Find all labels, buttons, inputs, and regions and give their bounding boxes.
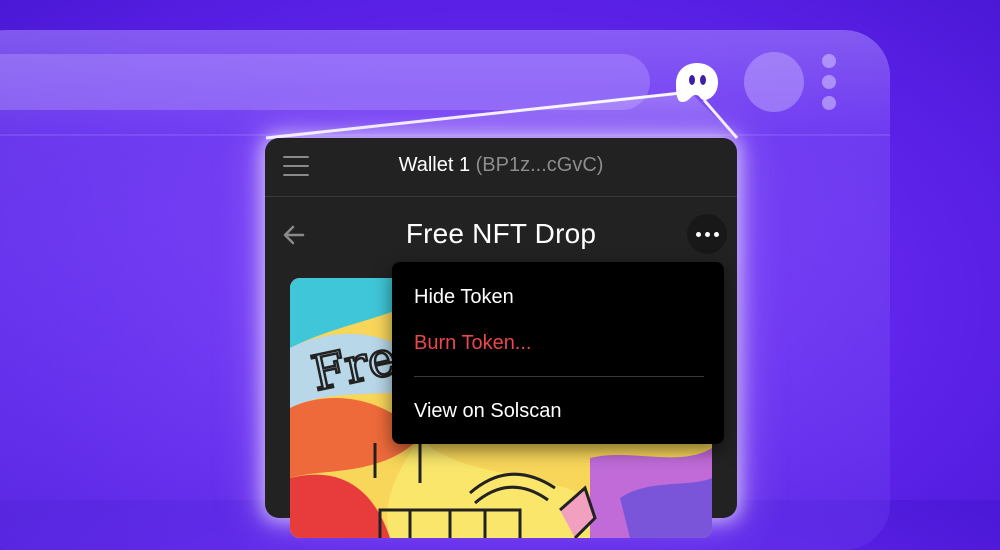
browser-kebab-icon[interactable] xyxy=(822,54,838,114)
toolbar-divider xyxy=(0,134,890,136)
wallet-header: Wallet 1 (BP1z...cGvC) xyxy=(265,138,737,197)
menu-item-hide-token[interactable]: Hide Token xyxy=(414,286,514,309)
page-title: Free NFT Drop xyxy=(405,218,597,249)
wallet-name: Wallet 1 xyxy=(398,154,471,176)
profile-avatar-icon[interactable] xyxy=(744,52,804,112)
menu-item-burn-token[interactable]: Burn Token... xyxy=(414,332,531,355)
more-options-icon[interactable] xyxy=(687,214,727,254)
phantom-ghost-icon[interactable] xyxy=(670,60,724,106)
address-bar[interactable] xyxy=(0,54,650,110)
wallet-title[interactable]: Wallet 1 (BP1z...cGvC) xyxy=(265,154,737,177)
menu-item-view-on-solscan[interactable]: View on Solscan xyxy=(414,400,562,423)
token-context-menu: Hide Token Burn Token... View on Solscan xyxy=(392,262,724,444)
menu-divider xyxy=(414,376,704,377)
wallet-address: (BP1z...cGvC) xyxy=(475,154,604,176)
